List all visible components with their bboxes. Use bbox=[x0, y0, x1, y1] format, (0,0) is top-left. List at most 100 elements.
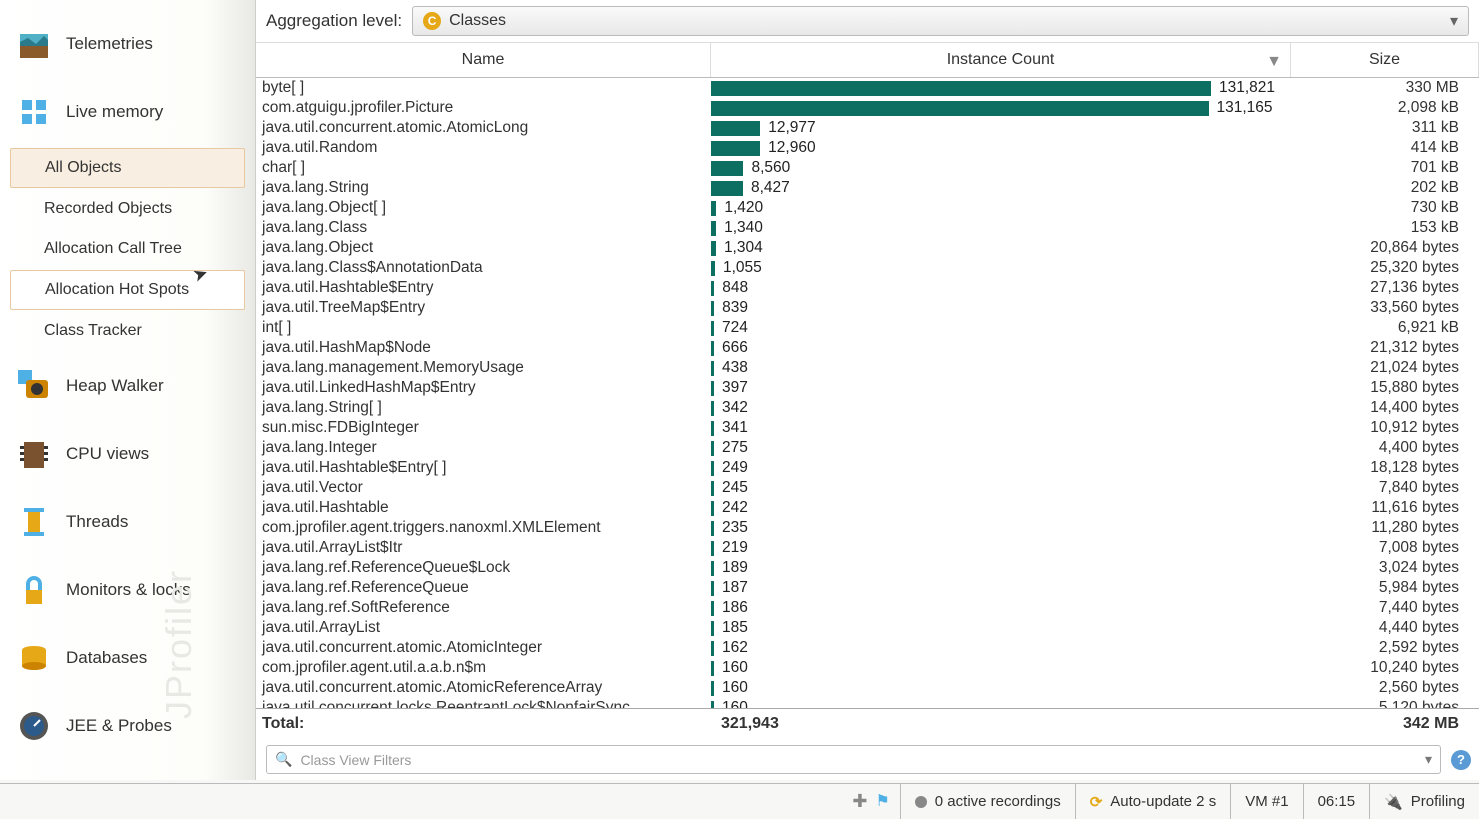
cell-size: 202 kB bbox=[1291, 179, 1479, 197]
table-row[interactable]: java.lang.Class1,340153 kB bbox=[256, 218, 1479, 238]
cell-size: 21,312 bytes bbox=[1291, 339, 1479, 357]
status-profiling[interactable]: 🔌 Profiling bbox=[1369, 784, 1479, 819]
sidebar-sub-recorded-objects[interactable]: Recorded Objects bbox=[10, 190, 245, 228]
table-row[interactable]: java.util.concurrent.atomic.AtomicIntege… bbox=[256, 638, 1479, 658]
cell-count: 8,427 bbox=[711, 179, 1291, 197]
cell-name: java.lang.ref.ReferenceQueue$Lock bbox=[256, 559, 711, 577]
cell-name: java.lang.management.MemoryUsage bbox=[256, 359, 711, 377]
cell-count: 186 bbox=[711, 599, 1291, 617]
sidebar-sub-all-objects[interactable]: All Objects bbox=[10, 148, 245, 188]
table-row[interactable]: byte[ ]131,821330 MB bbox=[256, 78, 1479, 98]
table-row[interactable]: java.lang.ref.SoftReference1867,440 byte… bbox=[256, 598, 1479, 618]
cell-count: 185 bbox=[711, 619, 1291, 637]
sidebar-item-cpu-views[interactable]: CPU views bbox=[4, 420, 251, 488]
class-filter-input[interactable]: 🔍 Class View Filters ▾ bbox=[266, 745, 1441, 774]
table-row[interactable]: java.util.Hashtable24211,616 bytes bbox=[256, 498, 1479, 518]
table-row[interactable]: java.util.LinkedHashMap$Entry39715,880 b… bbox=[256, 378, 1479, 398]
sidebar-item-label: JEE & Probes bbox=[66, 716, 172, 736]
total-row: Total: 321,943 342 MB bbox=[256, 708, 1479, 739]
cell-name: java.lang.ref.ReferenceQueue bbox=[256, 579, 711, 597]
column-size[interactable]: Size bbox=[1291, 43, 1479, 77]
table-row[interactable]: com.jprofiler.agent.triggers.nanoxml.XML… bbox=[256, 518, 1479, 538]
cell-count: 397 bbox=[711, 379, 1291, 397]
cell-name: java.util.Hashtable$Entry[ ] bbox=[256, 459, 711, 477]
status-vm[interactable]: VM #1 bbox=[1230, 784, 1302, 819]
cell-size: 11,280 bytes bbox=[1291, 519, 1479, 537]
table-row[interactable]: java.util.Random12,960414 kB bbox=[256, 138, 1479, 158]
help-button[interactable]: ? bbox=[1451, 750, 1471, 770]
table-row[interactable]: java.util.ArrayList$Itr2197,008 bytes bbox=[256, 538, 1479, 558]
status-recordings[interactable]: 0 active recordings bbox=[900, 784, 1075, 819]
table-row[interactable]: com.jprofiler.agent.util.a.a.b.n$m16010,… bbox=[256, 658, 1479, 678]
table-row[interactable]: java.util.HashMap$Node66621,312 bytes bbox=[256, 338, 1479, 358]
flag-icon[interactable]: ⚑ bbox=[875, 791, 889, 812]
table-row[interactable]: java.util.Hashtable$Entry84827,136 bytes bbox=[256, 278, 1479, 298]
sidebar-sub-class-tracker[interactable]: Class Tracker bbox=[10, 312, 245, 350]
sidebar-item-databases[interactable]: Databases bbox=[4, 624, 251, 692]
aggregation-select[interactable]: C Classes ▾ bbox=[412, 6, 1469, 36]
sidebar-item-live-memory[interactable]: Live memory bbox=[4, 78, 251, 146]
table-row[interactable]: java.lang.ref.ReferenceQueue$Lock1893,02… bbox=[256, 558, 1479, 578]
table-row[interactable]: java.lang.management.MemoryUsage43821,02… bbox=[256, 358, 1479, 378]
table-row[interactable]: java.util.concurrent.atomic.AtomicRefere… bbox=[256, 678, 1479, 698]
table-row[interactable]: java.lang.String[ ]34214,400 bytes bbox=[256, 398, 1479, 418]
table-row[interactable]: sun.misc.FDBigInteger34110,912 bytes bbox=[256, 418, 1479, 438]
table-row[interactable]: java.util.ArrayList1854,440 bytes bbox=[256, 618, 1479, 638]
cell-count: 219 bbox=[711, 539, 1291, 557]
sidebar-sub-allocation-hot-spots[interactable]: Allocation Hot Spots bbox=[10, 270, 245, 310]
cell-name: com.jprofiler.agent.triggers.nanoxml.XML… bbox=[256, 519, 711, 537]
table-row[interactable]: java.util.concurrent.atomic.AtomicLong12… bbox=[256, 118, 1479, 138]
table-row[interactable]: int[ ]7246,921 kB bbox=[256, 318, 1479, 338]
table-body[interactable]: byte[ ]131,821330 MBcom.atguigu.jprofile… bbox=[256, 78, 1479, 708]
table-row[interactable]: java.lang.Integer2754,400 bytes bbox=[256, 438, 1479, 458]
sidebar-item-threads[interactable]: Threads bbox=[4, 488, 251, 556]
table-row[interactable]: java.util.concurrent.locks.ReentrantLock… bbox=[256, 698, 1479, 708]
cell-size: 21,024 bytes bbox=[1291, 359, 1479, 377]
cell-count: 848 bbox=[711, 279, 1291, 297]
cell-name: java.util.TreeMap$Entry bbox=[256, 299, 711, 317]
cell-size: 15,880 bytes bbox=[1291, 379, 1479, 397]
cell-count: 342 bbox=[711, 399, 1291, 417]
sort-desc-icon: ▼ bbox=[1266, 53, 1282, 71]
sidebar-item-label: Live memory bbox=[66, 102, 163, 122]
sidebar-item-mbeans[interactable]: MBeans bbox=[4, 760, 251, 780]
probe-icon bbox=[16, 708, 52, 744]
heap-walker-icon bbox=[16, 368, 52, 404]
table-row[interactable]: com.atguigu.jprofiler.Picture131,1652,09… bbox=[256, 98, 1479, 118]
cell-size: 33,560 bytes bbox=[1291, 299, 1479, 317]
column-name[interactable]: Name bbox=[256, 43, 711, 77]
cell-count: 1,420 bbox=[711, 199, 1291, 217]
add-icon[interactable]: ✚ bbox=[852, 791, 867, 812]
cell-name: java.lang.String bbox=[256, 179, 711, 197]
sidebar-item-monitors-locks[interactable]: Monitors & locks bbox=[4, 556, 251, 624]
database-icon bbox=[16, 640, 52, 676]
sidebar-item-heap-walker[interactable]: Heap Walker bbox=[4, 352, 251, 420]
cell-size: 701 kB bbox=[1291, 159, 1479, 177]
cell-size: 27,136 bytes bbox=[1291, 279, 1479, 297]
table-row[interactable]: java.lang.ref.ReferenceQueue1875,984 byt… bbox=[256, 578, 1479, 598]
table-row[interactable]: java.lang.Object1,30420,864 bytes bbox=[256, 238, 1479, 258]
column-instance-count[interactable]: Instance Count ▼ bbox=[711, 43, 1291, 77]
cell-size: 3,024 bytes bbox=[1291, 559, 1479, 577]
table-row[interactable]: java.lang.String8,427202 kB bbox=[256, 178, 1479, 198]
cell-size: 5,984 bytes bbox=[1291, 579, 1479, 597]
cell-count: 245 bbox=[711, 479, 1291, 497]
sidebar-item-label: Threads bbox=[66, 512, 128, 532]
table-row[interactable]: java.util.Hashtable$Entry[ ]24918,128 by… bbox=[256, 458, 1479, 478]
sidebar-sub-allocation-call-tree[interactable]: Allocation Call Tree bbox=[10, 230, 245, 268]
table-row[interactable]: java.lang.Object[ ]1,420730 kB bbox=[256, 198, 1479, 218]
sidebar-item-telemetries[interactable]: Telemetries bbox=[4, 10, 251, 78]
table-row[interactable]: char[ ]8,560701 kB bbox=[256, 158, 1479, 178]
cell-size: 4,400 bytes bbox=[1291, 439, 1479, 457]
table-row[interactable]: java.util.TreeMap$Entry83933,560 bytes bbox=[256, 298, 1479, 318]
table-row[interactable]: java.util.Vector2457,840 bytes bbox=[256, 478, 1479, 498]
sidebar-item-jee-probes[interactable]: JEE & Probes bbox=[4, 692, 251, 760]
cell-name: java.lang.Object[ ] bbox=[256, 199, 711, 217]
lock-icon bbox=[16, 572, 52, 608]
status-auto-update[interactable]: ⟳ Auto-update 2 s bbox=[1075, 784, 1231, 819]
cell-name: int[ ] bbox=[256, 319, 711, 337]
cell-size: 330 MB bbox=[1291, 79, 1479, 97]
cell-name: sun.misc.FDBigInteger bbox=[256, 419, 711, 437]
table-row[interactable]: java.lang.Class$AnnotationData1,05525,32… bbox=[256, 258, 1479, 278]
cell-count: 160 bbox=[711, 699, 1291, 708]
